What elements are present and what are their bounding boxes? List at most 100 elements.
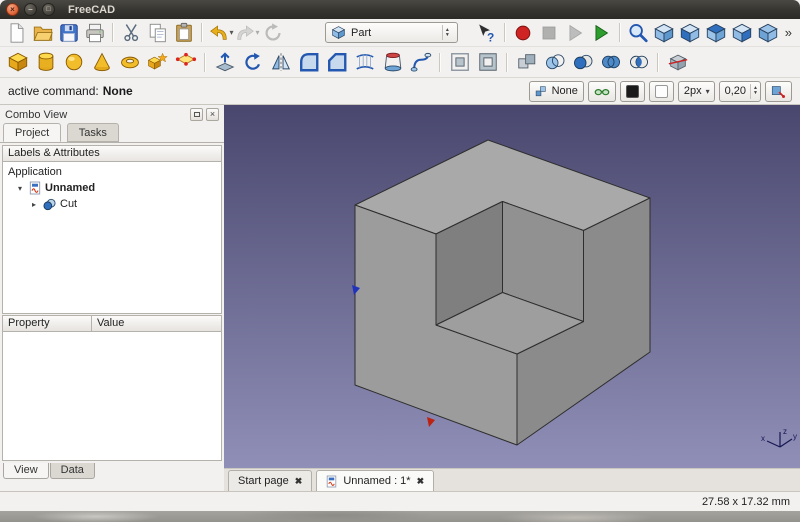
- part-offset-button[interactable]: [446, 49, 473, 76]
- view-fit-all-icon: [627, 22, 649, 44]
- line-width-dropdown-arrow[interactable]: ▾: [702, 87, 714, 96]
- labels-attributes-header: Labels & Attributes: [2, 145, 222, 162]
- part-compound-button[interactable]: [513, 49, 540, 76]
- part-shape-builder-button[interactable]: [172, 49, 199, 76]
- macro-record-button[interactable]: [511, 20, 536, 45]
- view-right-icon: [731, 22, 753, 44]
- redo-button[interactable]: ▾: [234, 20, 259, 45]
- part-boolean-button[interactable]: [541, 49, 568, 76]
- scale-spin-arrows[interactable]: ▲▼: [750, 84, 760, 99]
- autogroup-button[interactable]: None: [529, 81, 584, 102]
- refresh-button[interactable]: [260, 20, 285, 45]
- tab-project[interactable]: Project: [3, 123, 61, 142]
- dimensions-readout: 27.58 x 17.32 mm: [702, 496, 790, 508]
- desktop-wallpaper: [0, 511, 800, 522]
- workbench-dropdown-arrows[interactable]: ▲▼: [442, 25, 452, 40]
- view-top-button[interactable]: [704, 20, 729, 45]
- save-document-icon: [58, 22, 80, 44]
- line-color-button[interactable]: [620, 81, 645, 102]
- tree-item-cut[interactable]: ▸ Cut: [3, 196, 221, 212]
- open-document-button[interactable]: [30, 20, 55, 45]
- view-right-button[interactable]: [730, 20, 755, 45]
- dock-close-button[interactable]: ×: [206, 108, 219, 121]
- scale-spinbox[interactable]: 0,20 ▲▼: [719, 81, 761, 102]
- part-cylinder-button[interactable]: [32, 49, 59, 76]
- part-thickness-button[interactable]: [474, 49, 501, 76]
- print-document-button[interactable]: [82, 20, 107, 45]
- 3d-viewport[interactable]: z y x: [224, 105, 800, 468]
- part-cone-button[interactable]: [88, 49, 115, 76]
- collapse-arrow-icon[interactable]: ▸: [29, 200, 39, 209]
- new-document-icon: [6, 22, 28, 44]
- new-document-button[interactable]: [4, 20, 29, 45]
- workbench-selector[interactable]: Part ▲▼: [325, 22, 458, 43]
- close-tab-icon[interactable]: ✖: [417, 476, 425, 487]
- close-tab-icon[interactable]: ✖: [295, 476, 303, 487]
- combo-view-title: Combo View: [5, 109, 67, 121]
- toolbar-separator: [112, 23, 114, 42]
- part-fillet-button[interactable]: [295, 49, 322, 76]
- undo-button[interactable]: ▾: [208, 20, 233, 45]
- window-maximize-button[interactable]: □: [42, 3, 55, 16]
- tab-view[interactable]: View: [3, 463, 49, 479]
- macro-debug-button[interactable]: [589, 20, 614, 45]
- apply-style-button[interactable]: [765, 81, 792, 102]
- tree-item-application[interactable]: Application: [3, 164, 221, 180]
- view-fit-all-button[interactable]: [626, 20, 651, 45]
- view-front-button[interactable]: [678, 20, 703, 45]
- tab-unnamed-document[interactable]: Unnamed : 1* ✖: [316, 470, 434, 491]
- part-sweep-button[interactable]: [407, 49, 434, 76]
- macro-execute-icon: [564, 22, 586, 44]
- whats-this-button[interactable]: ?: [474, 20, 499, 45]
- copy-clipboard-icon: [147, 22, 169, 44]
- part-mirror-icon: [270, 51, 292, 73]
- property-table-body[interactable]: [2, 332, 222, 461]
- part-section-button[interactable]: [664, 49, 691, 76]
- value-column-header[interactable]: Value: [91, 315, 222, 332]
- part-box-button[interactable]: [4, 49, 31, 76]
- line-color-swatch: [626, 85, 639, 98]
- dock-float-button[interactable]: [190, 108, 203, 121]
- construction-mode-button[interactable]: [588, 81, 616, 102]
- tab-data[interactable]: Data: [50, 463, 95, 479]
- tree-item-document[interactable]: ▾ Unnamed: [3, 180, 221, 196]
- expand-arrow-icon[interactable]: ▾: [15, 184, 25, 193]
- part-ruled-surface-button[interactable]: [351, 49, 378, 76]
- macro-execute-button[interactable]: [563, 20, 588, 45]
- tab-start-page[interactable]: Start page ✖: [228, 470, 312, 491]
- part-primitives-button[interactable]: [144, 49, 171, 76]
- paste-clipboard-button[interactable]: [171, 20, 196, 45]
- window-title: FreeCAD: [68, 4, 115, 16]
- title-bar[interactable]: × – □ FreeCAD: [0, 0, 800, 19]
- part-fillet-icon: [298, 51, 320, 73]
- part-loft-button[interactable]: [379, 49, 406, 76]
- part-section-icon: [667, 51, 689, 73]
- part-revolve-button[interactable]: [239, 49, 266, 76]
- part-common-button[interactable]: [625, 49, 652, 76]
- part-cut-button[interactable]: [569, 49, 596, 76]
- face-color-button[interactable]: [649, 81, 674, 102]
- cut-clipboard-button[interactable]: [119, 20, 144, 45]
- toolbar-overflow-button[interactable]: »: [781, 25, 796, 40]
- tab-tasks[interactable]: Tasks: [67, 123, 119, 142]
- window-close-button[interactable]: ×: [6, 3, 19, 16]
- part-union-button[interactable]: [597, 49, 624, 76]
- redo-dropdown-arrow[interactable]: ▾: [256, 28, 260, 37]
- macro-stop-button[interactable]: [537, 20, 562, 45]
- part-extrude-icon: [214, 51, 236, 73]
- save-document-button[interactable]: [56, 20, 81, 45]
- part-sphere-icon: [63, 51, 85, 73]
- view-isometric-button[interactable]: [652, 20, 677, 45]
- property-column-header[interactable]: Property: [2, 315, 92, 332]
- part-mirror-button[interactable]: [267, 49, 294, 76]
- copy-clipboard-button[interactable]: [145, 20, 170, 45]
- view-rear-button[interactable]: [756, 20, 781, 45]
- part-torus-button[interactable]: [116, 49, 143, 76]
- view-front-icon: [679, 22, 701, 44]
- part-sphere-button[interactable]: [60, 49, 87, 76]
- line-width-select[interactable]: 2px ▾: [678, 81, 715, 102]
- part-extrude-button[interactable]: [211, 49, 238, 76]
- part-chamfer-button[interactable]: [323, 49, 350, 76]
- property-table-header: Property Value: [2, 315, 222, 332]
- window-minimize-button[interactable]: –: [24, 3, 37, 16]
